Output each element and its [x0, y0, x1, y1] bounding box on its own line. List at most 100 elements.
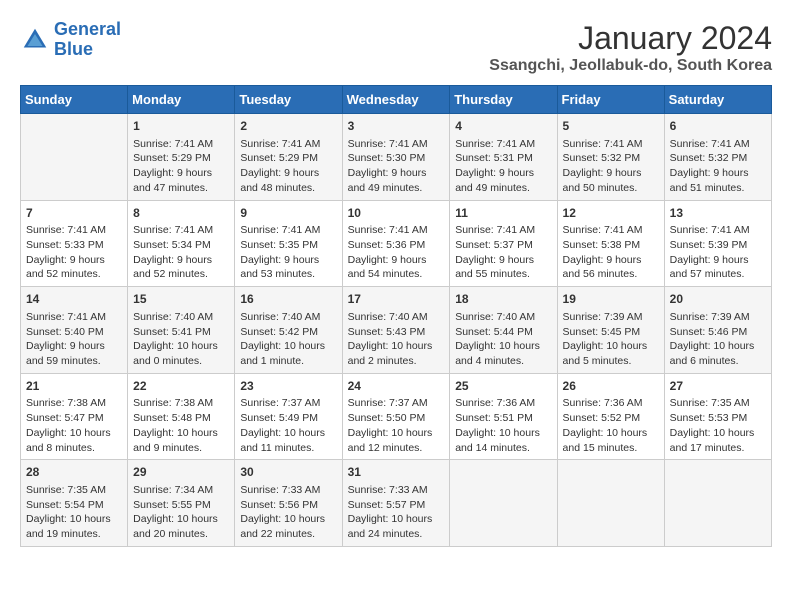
day-number: 13	[670, 205, 766, 222]
calendar-cell	[557, 460, 664, 547]
cell-content: Sunrise: 7:41 AMSunset: 5:40 PMDaylight:…	[26, 310, 122, 369]
calendar-cell: 23Sunrise: 7:37 AMSunset: 5:49 PMDayligh…	[235, 373, 342, 460]
calendar-cell: 20 Sunrise: 7:39 AMSunset: 5:46 PMDayligh…	[664, 287, 771, 374]
day-number: 3	[348, 118, 445, 135]
cell-content: Sunrise: 7:38 AMSunset: 5:47 PMDaylight:…	[26, 396, 122, 455]
cell-content: Sunrise: 7:40 AMSunset: 5:42 PMDaylight:…	[240, 310, 336, 369]
calendar-table: SundayMondayTuesdayWednesdayThursdayFrid…	[20, 85, 772, 547]
day-header-sunday: Sunday	[21, 86, 128, 114]
cell-content: Sunrise: 7:39 AMSunset: 5:46 PMDaylight:…	[670, 310, 766, 369]
cell-content: Sunrise: 7:35 AMSunset: 5:54 PMDaylight:…	[26, 483, 122, 542]
day-number: 15	[133, 291, 229, 308]
day-number: 27	[670, 378, 766, 395]
cell-content: Sunrise: 7:41 AMSunset: 5:37 PMDaylight:…	[455, 223, 551, 282]
day-number: 24	[348, 378, 445, 395]
cell-content: Sunrise: 7:39 AMSunset: 5:45 PMDaylight:…	[563, 310, 659, 369]
cell-content: Sunrise: 7:36 AMSunset: 5:52 PMDaylight:…	[563, 396, 659, 455]
day-header-monday: Monday	[128, 86, 235, 114]
day-number: 1	[133, 118, 229, 135]
main-title: January 2024	[489, 20, 772, 57]
calendar-cell: 16 Sunrise: 7:40 AMSunset: 5:42 PMDayligh…	[235, 287, 342, 374]
calendar-cell: 30 Sunrise: 7:33 AMSunset: 5:56 PMDayligh…	[235, 460, 342, 547]
calendar-cell: 8Sunrise: 7:41 AMSunset: 5:34 PMDaylight…	[128, 200, 235, 287]
calendar-week-1: 1 Sunrise: 7:41 AMSunset: 5:29 PMDaylight…	[21, 114, 772, 201]
calendar-cell: 29 Sunrise: 7:34 AMSunset: 5:55 PMDayligh…	[128, 460, 235, 547]
day-number: 20	[670, 291, 766, 308]
calendar-cell: 11Sunrise: 7:41 AMSunset: 5:37 PMDayligh…	[450, 200, 557, 287]
cell-content: Sunrise: 7:41 AMSunset: 5:32 PMDaylight:…	[670, 137, 766, 196]
day-number: 4	[455, 118, 551, 135]
calendar-cell: 7Sunrise: 7:41 AMSunset: 5:33 PMDaylight…	[21, 200, 128, 287]
day-number: 16	[240, 291, 336, 308]
cell-content: Sunrise: 7:35 AMSunset: 5:53 PMDaylight:…	[670, 396, 766, 455]
day-number: 30	[240, 464, 336, 481]
calendar-cell: 18 Sunrise: 7:40 AMSunset: 5:44 PMDayligh…	[450, 287, 557, 374]
day-number: 21	[26, 378, 122, 395]
cell-content: Sunrise: 7:41 AMSunset: 5:32 PMDaylight:…	[563, 137, 659, 196]
calendar-cell: 27Sunrise: 7:35 AMSunset: 5:53 PMDayligh…	[664, 373, 771, 460]
day-number: 12	[563, 205, 659, 222]
calendar-week-4: 21Sunrise: 7:38 AMSunset: 5:47 PMDayligh…	[21, 373, 772, 460]
day-number: 19	[563, 291, 659, 308]
calendar-cell: 24Sunrise: 7:37 AMSunset: 5:50 PMDayligh…	[342, 373, 450, 460]
day-header-thursday: Thursday	[450, 86, 557, 114]
calendar-cell: 22Sunrise: 7:38 AMSunset: 5:48 PMDayligh…	[128, 373, 235, 460]
calendar-cell: 12Sunrise: 7:41 AMSunset: 5:38 PMDayligh…	[557, 200, 664, 287]
day-number: 26	[563, 378, 659, 395]
day-number: 31	[348, 464, 445, 481]
day-number: 14	[26, 291, 122, 308]
calendar-cell: 4 Sunrise: 7:41 AMSunset: 5:31 PMDaylight…	[450, 114, 557, 201]
calendar-cell	[664, 460, 771, 547]
cell-content: Sunrise: 7:40 AMSunset: 5:43 PMDaylight:…	[348, 310, 445, 369]
calendar-cell: 26Sunrise: 7:36 AMSunset: 5:52 PMDayligh…	[557, 373, 664, 460]
calendar-cell: 14 Sunrise: 7:41 AMSunset: 5:40 PMDayligh…	[21, 287, 128, 374]
logo-line1: General	[54, 19, 121, 39]
day-number: 9	[240, 205, 336, 222]
cell-content: Sunrise: 7:34 AMSunset: 5:55 PMDaylight:…	[133, 483, 229, 542]
calendar-cell: 21Sunrise: 7:38 AMSunset: 5:47 PMDayligh…	[21, 373, 128, 460]
calendar-cell: 13Sunrise: 7:41 AMSunset: 5:39 PMDayligh…	[664, 200, 771, 287]
cell-content: Sunrise: 7:40 AMSunset: 5:44 PMDaylight:…	[455, 310, 551, 369]
day-number: 23	[240, 378, 336, 395]
day-number: 28	[26, 464, 122, 481]
calendar-cell: 5 Sunrise: 7:41 AMSunset: 5:32 PMDaylight…	[557, 114, 664, 201]
day-number: 5	[563, 118, 659, 135]
cell-content: Sunrise: 7:41 AMSunset: 5:38 PMDaylight:…	[563, 223, 659, 282]
calendar-cell: 3Sunrise: 7:41 AMSunset: 5:30 PMDaylight…	[342, 114, 450, 201]
day-number: 2	[240, 118, 336, 135]
day-number: 6	[670, 118, 766, 135]
day-header-wednesday: Wednesday	[342, 86, 450, 114]
cell-content: Sunrise: 7:33 AMSunset: 5:56 PMDaylight:…	[240, 483, 336, 542]
calendar-cell: 1Sunrise: 7:41 AMSunset: 5:29 PMDaylight…	[128, 114, 235, 201]
calendar-week-2: 7Sunrise: 7:41 AMSunset: 5:33 PMDaylight…	[21, 200, 772, 287]
day-number: 29	[133, 464, 229, 481]
logo-icon	[20, 25, 50, 55]
cell-content: Sunrise: 7:41 AMSunset: 5:31 PMDaylight:…	[455, 137, 551, 196]
calendar-cell: 9Sunrise: 7:41 AMSunset: 5:35 PMDaylight…	[235, 200, 342, 287]
day-header-saturday: Saturday	[664, 86, 771, 114]
cell-content: Sunrise: 7:41 AMSunset: 5:29 PMDaylight:…	[240, 137, 336, 196]
subtitle: Ssangchi, Jeollabuk-do, South Korea	[489, 57, 772, 75]
calendar-cell: 31 Sunrise: 7:33 AMSunset: 5:57 PMDayligh…	[342, 460, 450, 547]
day-header-tuesday: Tuesday	[235, 86, 342, 114]
calendar-cell: 2 Sunrise: 7:41 AMSunset: 5:29 PMDaylight…	[235, 114, 342, 201]
day-number: 17	[348, 291, 445, 308]
calendar-cell	[450, 460, 557, 547]
title-block: January 2024 Ssangchi, Jeollabuk-do, Sou…	[489, 20, 772, 75]
cell-content: Sunrise: 7:37 AMSunset: 5:50 PMDaylight:…	[348, 396, 445, 455]
calendar-cell: 10Sunrise: 7:41 AMSunset: 5:36 PMDayligh…	[342, 200, 450, 287]
cell-content: Sunrise: 7:41 AMSunset: 5:33 PMDaylight:…	[26, 223, 122, 282]
day-number: 18	[455, 291, 551, 308]
cell-content: Sunrise: 7:36 AMSunset: 5:51 PMDaylight:…	[455, 396, 551, 455]
calendar-cell	[21, 114, 128, 201]
calendar-cell: 28 Sunrise: 7:35 AMSunset: 5:54 PMDayligh…	[21, 460, 128, 547]
day-header-friday: Friday	[557, 86, 664, 114]
cell-content: Sunrise: 7:41 AMSunset: 5:39 PMDaylight:…	[670, 223, 766, 282]
cell-content: Sunrise: 7:33 AMSunset: 5:57 PMDaylight:…	[348, 483, 445, 542]
logo-text: General Blue	[54, 20, 121, 60]
page-header: General Blue January 2024 Ssangchi, Jeol…	[20, 20, 772, 75]
calendar-week-3: 14 Sunrise: 7:41 AMSunset: 5:40 PMDayligh…	[21, 287, 772, 374]
cell-content: Sunrise: 7:41 AMSunset: 5:34 PMDaylight:…	[133, 223, 229, 282]
cell-content: Sunrise: 7:41 AMSunset: 5:36 PMDaylight:…	[348, 223, 445, 282]
day-number: 8	[133, 205, 229, 222]
